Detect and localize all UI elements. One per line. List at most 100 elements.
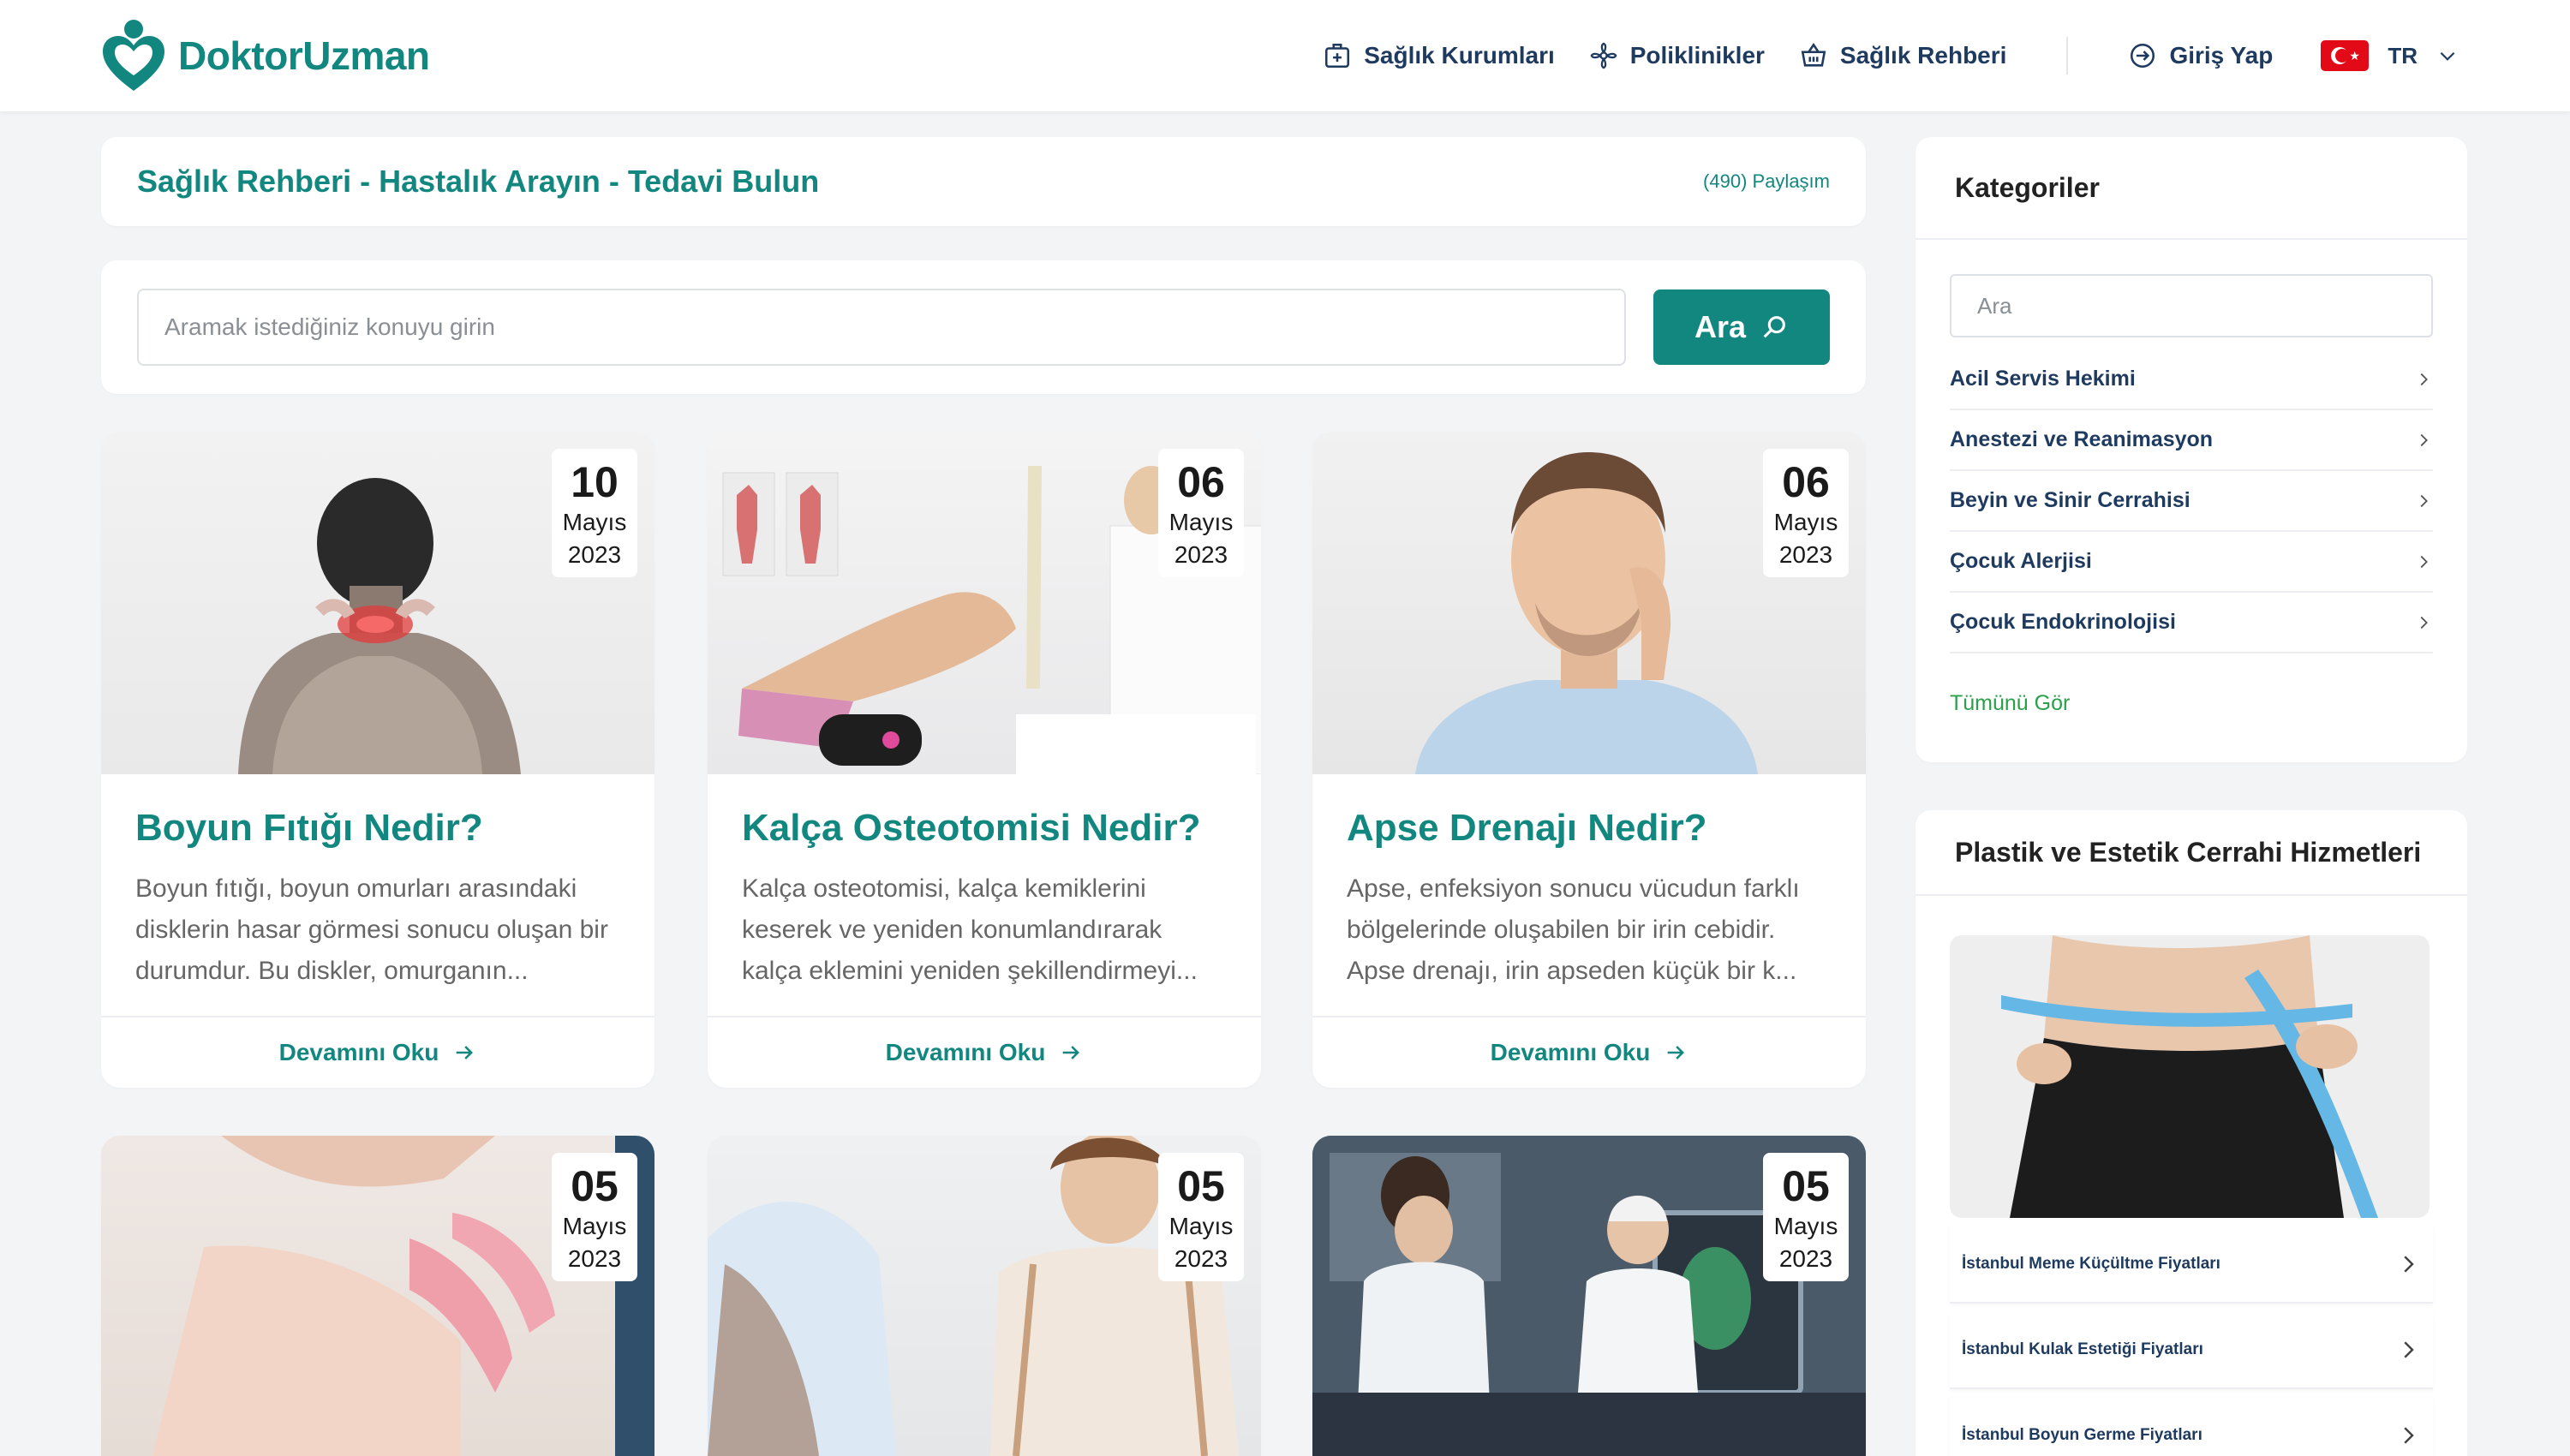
article-body: Boyun Fıtığı Nedir? Boyun fıtığı, boyun …	[101, 774, 654, 1016]
category-label: Anestezi ve Reanimasyon	[1950, 427, 2214, 451]
chevron-right-icon	[2404, 1341, 2414, 1358]
article-card[interactable]: 05 Mayıs 2023	[708, 1136, 1261, 1456]
date-badge: 05 Mayıs 2023	[552, 1153, 637, 1281]
category-list: Acil Servis Hekimi Anestezi ve Reanimasy…	[1950, 349, 2433, 653]
chevron-down-icon	[2440, 51, 2455, 61]
arrow-right-icon	[1668, 1046, 1685, 1059]
category-label: Acil Servis Hekimi	[1950, 367, 2136, 391]
date-month: Mayıs	[1168, 1213, 1234, 1239]
article-card[interactable]: 05 Mayıs 2023	[101, 1136, 654, 1456]
article-excerpt: Apse, enfeksiyon sonucu vücudun farklı b…	[1347, 874, 1800, 985]
search-button[interactable]: Ara	[1653, 289, 1830, 365]
nav-item-poliklinikler[interactable]: Poliklinikler	[1589, 41, 1765, 70]
date-year: 2023	[567, 541, 622, 568]
date-year: 2023	[567, 1245, 622, 1272]
date-day: 05	[1177, 1162, 1225, 1210]
date-year: 2023	[1174, 541, 1228, 568]
date-badge: 10 Mayıs 2023	[552, 449, 637, 577]
category-item[interactable]: Beyin ve Sinir Cerrahisi	[1950, 471, 2433, 532]
nav-divider	[2066, 37, 2069, 75]
waist-measure-image[interactable]	[1950, 935, 2430, 1218]
waist-measure-illustration	[1950, 935, 2430, 1218]
read-more-label: Devamını Oku	[278, 1039, 439, 1065]
article-image-back-exam[interactable]: 05 Mayıs 2023	[708, 1136, 1261, 1456]
article-card[interactable]: 05 Mayıs 2023	[1312, 1136, 1866, 1456]
read-more-link[interactable]: Devamını Oku	[708, 1016, 1261, 1088]
chevron-right-icon	[2420, 373, 2428, 385]
article-excerpt: Kalça osteotomisi, kalça kemiklerini kes…	[742, 874, 1198, 985]
article-title[interactable]: Kalça Osteotomisi Nedir?	[742, 807, 1227, 850]
price-item-label: İstanbul Boyun Germe Fiyatları	[1962, 1426, 2202, 1444]
search-input[interactable]	[137, 289, 1626, 366]
language-selector[interactable]: ★ TR	[2321, 40, 2459, 71]
date-badge: 06 Mayıs 2023	[1763, 449, 1849, 577]
article-image-toothache[interactable]: 06 Mayıs 2023	[1312, 432, 1866, 774]
date-month: Mayıs	[562, 1213, 627, 1239]
category-label: Çocuk Endokrinolojisi	[1950, 610, 2176, 634]
top-navigation-bar: DoktorUzman Sağlık Kurumları Poliklinikl…	[0, 0, 2570, 111]
read-more-link[interactable]: Devamını Oku	[1312, 1016, 1866, 1088]
price-list-item[interactable]: İstanbul Kulak Estetiği Fiyatları	[1950, 1312, 2433, 1389]
article-image-hip-therapy[interactable]: 06 Mayıs 2023	[708, 432, 1261, 774]
categories-title: Kategoriler	[1916, 137, 2467, 240]
nav-item-saglik-rehberi[interactable]: Sağlık Rehberi	[1799, 41, 2006, 70]
chevron-right-icon	[2420, 555, 2428, 568]
article-title[interactable]: Apse Drenajı Nedir?	[1347, 807, 1832, 850]
page-title: Sağlık Rehberi - Hastalık Arayın - Tedav…	[137, 164, 820, 199]
login-label: Giriş Yap	[2169, 42, 2274, 69]
brand-logo[interactable]: DoktorUzman	[101, 17, 430, 94]
date-year: 2023	[1778, 541, 1833, 568]
date-month: Mayıs	[1773, 1213, 1838, 1239]
login-button[interactable]: Giriş Yap	[2128, 41, 2273, 70]
plastic-surgery-panel: Plastik ve Estetik Cerrahi Hizmetleri İs…	[1916, 810, 2467, 1456]
chevron-right-icon	[2420, 494, 2428, 507]
date-day: 05	[571, 1162, 619, 1210]
date-month: Mayıs	[1168, 509, 1234, 535]
article-image-neck-exam[interactable]: 05 Mayıs 2023	[101, 1136, 654, 1456]
date-day: 06	[1782, 458, 1830, 506]
chevron-right-icon	[2420, 616, 2428, 629]
read-more-link[interactable]: Devamını Oku	[101, 1016, 654, 1088]
arrow-right-icon	[457, 1046, 474, 1059]
date-badge: 05 Mayıs 2023	[1763, 1153, 1849, 1281]
date-day: 10	[571, 458, 619, 506]
hospital-icon	[1325, 43, 1350, 69]
article-image-neck-pain[interactable]: 10 Mayıs 2023	[101, 432, 654, 774]
price-list-item[interactable]: İstanbul Boyun Germe Fiyatları	[1950, 1398, 2433, 1456]
turkey-flag-icon: ★	[2321, 40, 2370, 71]
category-search-input[interactable]	[1950, 274, 2433, 337]
chevron-right-icon	[2404, 1256, 2414, 1273]
chevron-right-icon	[2404, 1427, 2414, 1444]
categories-panel: Kategoriler Acil Servis Hekimi Anestezi …	[1916, 137, 2467, 762]
article-title[interactable]: Boyun Fıtığı Nedir?	[135, 807, 620, 850]
date-year: 2023	[1174, 1245, 1228, 1272]
category-item[interactable]: Acil Servis Hekimi	[1950, 349, 2433, 410]
heart-person-logo-icon	[103, 20, 164, 91]
date-badge: 06 Mayıs 2023	[1158, 449, 1244, 577]
plastic-surgery-title: Plastik ve Estetik Cerrahi Hizmetleri	[1916, 810, 2467, 896]
article-card[interactable]: 10 Mayıs 2023 Boyun Fıtığı Nedir? Boyun …	[101, 432, 654, 1088]
price-list-item[interactable]: İstanbul Meme Küçültme Fiyatları	[1950, 1226, 2433, 1304]
nav-item-saglik-kurumlari[interactable]: Sağlık Kurumları	[1323, 41, 1555, 70]
login-icon	[2131, 43, 2155, 69]
date-badge: 05 Mayıs 2023	[1158, 1153, 1244, 1281]
see-all-link[interactable]: Tümünü Gör	[1950, 691, 2070, 716]
nav-item-label: Poliklinikler	[1629, 42, 1765, 69]
nav-item-label: Sağlık Kurumları	[1364, 42, 1555, 69]
category-item[interactable]: Çocuk Endokrinolojisi	[1950, 593, 2433, 653]
price-item-label: İstanbul Kulak Estetiği Fiyatları	[1962, 1340, 2203, 1358]
article-card[interactable]: 06 Mayıs 2023 Apse Drenajı Nedir? Apse, …	[1312, 432, 1866, 1088]
category-item[interactable]: Anestezi ve Reanimasyon	[1950, 410, 2433, 471]
article-body: Kalça Osteotomisi Nedir? Kalça osteotomi…	[708, 774, 1261, 1016]
read-more-label: Devamını Oku	[1490, 1039, 1651, 1065]
category-label: Beyin ve Sinir Cerrahisi	[1950, 488, 2190, 512]
date-month: Mayıs	[1773, 509, 1838, 535]
category-item[interactable]: Çocuk Alerjisi	[1950, 532, 2433, 593]
price-item-label: İstanbul Meme Küçültme Fiyatları	[1962, 1255, 2220, 1273]
article-card[interactable]: 06 Mayıs 2023 Kalça Osteotomisi Nedir? K…	[708, 432, 1261, 1088]
share-count: (490) Paylaşım	[1703, 170, 1830, 192]
arrow-right-icon	[1063, 1046, 1080, 1059]
article-body: Apse Drenajı Nedir? Apse, enfeksiyon son…	[1312, 774, 1866, 1016]
article-image-eeg-lab[interactable]: 05 Mayıs 2023	[1312, 1136, 1866, 1456]
page-header-card: Sağlık Rehberi - Hastalık Arayın - Tedav…	[101, 137, 1866, 226]
